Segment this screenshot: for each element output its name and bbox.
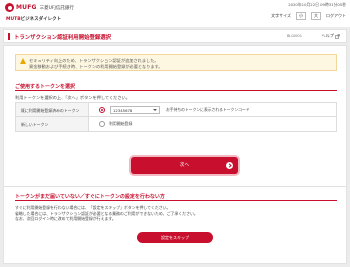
font-size-label: 文字サイズ xyxy=(271,13,291,18)
font-size-large-button[interactable]: 大 xyxy=(311,12,321,20)
registered-token-label: 既に利用開始登録済みのトークン xyxy=(16,103,89,116)
arrow-right-icon xyxy=(226,162,233,169)
skip-text-line-1: すぐに利用開始登録を行わない場合には、「設定をスキップ」ボタンを押してください。 xyxy=(15,205,171,210)
new-token-radio[interactable] xyxy=(99,121,105,127)
logout-link[interactable]: ログアウト xyxy=(326,13,346,19)
external-link-icon xyxy=(335,33,340,39)
table-row: 既に利用開始登録済みのトークン 12345678 お手持ちのトークンに表示される… xyxy=(16,103,336,117)
skip-section-text: すぐに利用開始登録を行わない場合には、「設定をスキップ」ボタンを押してください。… xyxy=(15,205,198,222)
logo-text: MUFG xyxy=(16,4,37,11)
notice-line-1: セキュリティ向上のため、トランザクション認証が追加されました。 xyxy=(29,57,159,63)
header: MUFG 三菱UFJ信託銀行 MUTBビジネスダイレクト 2020年10月22日… xyxy=(0,0,350,27)
next-button-label: 次へ xyxy=(179,163,190,168)
skip-button-label: 設定をスキップ xyxy=(161,235,189,240)
section-divider xyxy=(15,200,337,201)
login-datetime: 2020年10月22日 09時31分05秒 xyxy=(288,2,346,7)
page: MUFG 三菱UFJ信託銀行 MUTBビジネスダイレクト 2020年10月22日… xyxy=(0,0,350,267)
token-table: 既に利用開始登録済みのトークン 12345678 お手持ちのトークンに表示される… xyxy=(15,102,337,132)
title-accent-bar xyxy=(8,33,10,40)
header-right: 2020年10月22日 09時31分05秒 文字サイズ 小 大 ログアウト xyxy=(271,2,346,20)
registered-token-radio[interactable] xyxy=(99,106,105,113)
chevron-down-icon xyxy=(153,109,157,111)
token-selection-panel: セキュリティ向上のため、トランザクション認証が追加されました。 資金移動および手… xyxy=(3,45,347,194)
page-title: トランザクション認証利用開始登録選択 xyxy=(14,35,112,41)
bank-name: 三菱UFJ信託銀行 xyxy=(39,5,74,11)
help-label: ヘルプ xyxy=(321,33,334,38)
token-section-title: ご使用するトークンを選択 xyxy=(15,84,76,90)
sub-brand: MUTBビジネスダイレクト xyxy=(6,16,61,22)
logo: MUFG 三菱UFJ信託銀行 xyxy=(5,3,74,12)
token-code-hint: お手持ちのトークンに表示されるトークンコード xyxy=(166,106,250,112)
token-select[interactable]: 12345678 xyxy=(110,105,160,114)
page-titlebar: トランザクション認証利用開始登録選択 BLGI001 ヘルプ xyxy=(3,29,347,43)
new-token-cell: 利用開始登録 xyxy=(89,117,336,131)
security-notice: セキュリティ向上のため、トランザクション認証が追加されました。 資金移動および手… xyxy=(15,54,337,71)
notice-text: セキュリティ向上のため、トランザクション認証が追加されました。 資金移動および手… xyxy=(29,58,162,70)
font-size-small-button[interactable]: 小 xyxy=(296,12,306,20)
next-button[interactable]: 次へ xyxy=(131,157,238,174)
help-link[interactable]: ヘルプ xyxy=(321,33,340,39)
skip-section-title: トークンがまだ届いていない／すぐにトークンの設定を行わない方 xyxy=(15,194,165,200)
section-divider xyxy=(15,90,337,91)
registered-token-cell: 12345678 お手持ちのトークンに表示されるトークンコード xyxy=(89,103,336,116)
sub-brand-suffix: ビジネスダイレクト xyxy=(20,17,62,22)
notice-line-2: 資金移動および手続き時、トークンの利用開始登録が必要となります。 xyxy=(29,63,163,69)
sub-brand-prefix: MUTB xyxy=(6,17,21,22)
screen-code: BLGI001 xyxy=(286,34,302,38)
header-links: 文字サイズ 小 大 ログアウト xyxy=(271,12,346,20)
mufg-logo-icon xyxy=(5,3,14,12)
skip-setup-panel: トークンがまだ届いていない／すぐにトークンの設定を行わない方 すぐに利用開始登録… xyxy=(3,186,347,264)
token-section-description: 利用トークンを選択の上、「次へ」ボタンを押してください。 xyxy=(15,95,130,100)
token-select-value: 12345678 xyxy=(113,107,133,113)
new-token-option-label[interactable]: 利用開始登録 xyxy=(109,121,132,127)
skip-setup-button[interactable]: 設定をスキップ xyxy=(137,232,213,243)
skip-text-line-3: なお、次回ログイン時に改めて利用開始登録が行えます。 xyxy=(15,216,116,222)
table-row: 新しいトークン 利用開始登録 xyxy=(16,117,336,131)
warning-icon xyxy=(20,58,26,64)
new-token-label: 新しいトークン xyxy=(16,117,89,131)
